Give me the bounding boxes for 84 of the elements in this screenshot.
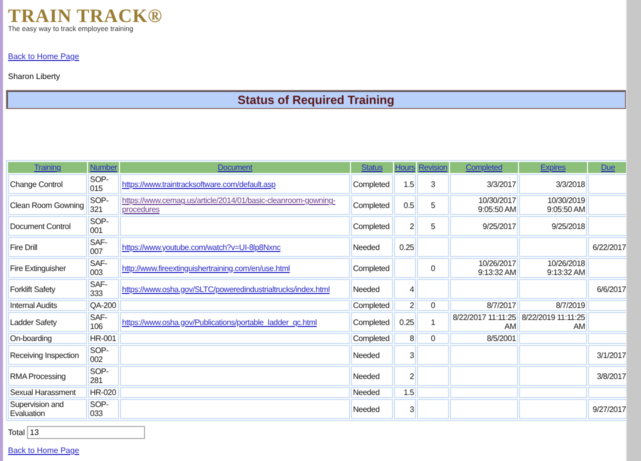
- page-title: Status of Required Training: [6, 90, 626, 109]
- training-cell: Internal Audits: [8, 300, 87, 311]
- status-cell: Completed: [351, 195, 393, 215]
- number-cell: QA-200: [88, 300, 119, 311]
- status-cell: Needed: [351, 399, 393, 419]
- hours-cell: 2: [394, 300, 416, 311]
- number-cell: HR-020: [88, 387, 119, 398]
- hours-cell: 3: [394, 345, 416, 365]
- status-cell: Completed: [351, 216, 393, 236]
- status-cell: Needed: [351, 387, 393, 398]
- hours-cell: 8: [394, 333, 416, 344]
- scrollbar[interactable]: [626, 0, 641, 461]
- column-sort-link[interactable]: Hours: [394, 163, 416, 172]
- training-cell: Document Control: [8, 216, 87, 236]
- number-cell: SOP-033: [88, 399, 119, 419]
- hours-cell: 4: [394, 279, 416, 299]
- column-sort-link[interactable]: Number: [90, 163, 117, 172]
- hours-cell: 1.5: [394, 174, 416, 194]
- total-label: Total: [8, 428, 25, 437]
- status-cell: Completed: [351, 333, 393, 344]
- status-cell: Completed: [351, 312, 393, 332]
- revision-cell: 0: [417, 300, 449, 311]
- training-cell: Fire Extinguisher: [8, 258, 87, 278]
- number-cell: HR-001: [88, 333, 119, 344]
- number-cell: SOP-015: [88, 174, 119, 194]
- training-cell: Receiving Inspection: [8, 345, 87, 365]
- total-field[interactable]: 13: [26, 426, 145, 439]
- expires-cell: 3/3/2018: [519, 174, 587, 194]
- completed-cell: 8/22/2017 11:11:25 AM: [450, 312, 518, 332]
- home-link[interactable]: Back to Home Page: [8, 52, 80, 61]
- expires-cell: 8/22/2019 11:11:25 AM: [519, 312, 587, 332]
- hours-cell: 0.25: [394, 237, 416, 257]
- number-cell: SAF-333: [88, 279, 119, 299]
- training-cell: Sexual Harassment: [8, 387, 87, 398]
- completed-cell: 3/3/2017: [450, 174, 518, 194]
- hours-cell: 3: [394, 399, 416, 419]
- hours-cell: 2: [394, 216, 416, 236]
- training-cell: Forklift Safety: [8, 279, 87, 299]
- number-cell: SAF-106: [88, 312, 119, 332]
- revision-cell: 0: [417, 258, 449, 278]
- revision-cell: 1: [417, 312, 449, 332]
- number-cell: SOP-002: [88, 345, 119, 365]
- completed-cell: 8/5/2001: [450, 333, 518, 344]
- training-cell: Change Control: [8, 174, 87, 194]
- user-name: Sharon Liberty: [8, 72, 62, 81]
- revision-cell: 0: [417, 333, 449, 344]
- number-cell: SAF-003: [88, 258, 119, 278]
- status-cell: Needed: [351, 279, 393, 299]
- completed-cell: 9/25/2017: [450, 216, 518, 236]
- training-cell: Supervision and Evaluation: [8, 399, 87, 419]
- training-cell: Ladder Safety: [8, 312, 87, 332]
- number-cell: SAF-007: [88, 237, 119, 257]
- status-cell: Needed: [351, 366, 393, 386]
- revision-cell: 5: [417, 195, 449, 215]
- hours-cell: 0.5: [394, 195, 416, 215]
- status-cell: Needed: [351, 237, 393, 257]
- training-cell: Fire Drill: [8, 237, 87, 257]
- completed-cell: 10/30/2017 9:05:50 AM: [450, 195, 518, 215]
- revision-cell: 3: [417, 174, 449, 194]
- column-sort-link[interactable]: Document: [218, 163, 252, 172]
- status-cell: Completed: [351, 258, 393, 278]
- expires-cell: 8/7/2019: [519, 300, 587, 311]
- column-sort-link[interactable]: Revision: [418, 163, 448, 172]
- expires-cell: 10/30/2019 9:05:50 AM: [519, 195, 587, 215]
- logo-name: TRAIN TRACK®: [8, 8, 162, 26]
- document-link[interactable]: https://www.cemag.us/article/2014/01/basic-cleanroom-gowning-procedures: [122, 196, 348, 214]
- training-cell: RMA Processing: [8, 366, 87, 386]
- hours-cell: 1.5: [394, 387, 416, 398]
- expires-cell: 10/26/2018 9:13:32 AM: [519, 258, 587, 278]
- number-cell: SOP-321: [88, 195, 119, 215]
- hours-cell: 0.25: [394, 312, 416, 332]
- completed-cell: 8/7/2017: [450, 300, 518, 311]
- status-cell: Needed: [351, 345, 393, 365]
- training-cell: Clean Room Gowning: [8, 195, 87, 215]
- completed-cell: 10/26/2017 9:13:32 AM: [450, 258, 518, 278]
- expires-cell: 9/25/2018: [519, 216, 587, 236]
- number-cell: SOP-001: [88, 216, 119, 236]
- training-cell: On-boarding: [8, 333, 87, 344]
- home-link[interactable]: Back to Home Page: [8, 446, 80, 455]
- hours-cell: 2: [394, 366, 416, 386]
- revision-cell: 5: [417, 216, 449, 236]
- status-cell: Completed: [351, 174, 393, 194]
- number-cell: SOP-281: [88, 366, 119, 386]
- status-cell: Completed: [351, 300, 393, 311]
